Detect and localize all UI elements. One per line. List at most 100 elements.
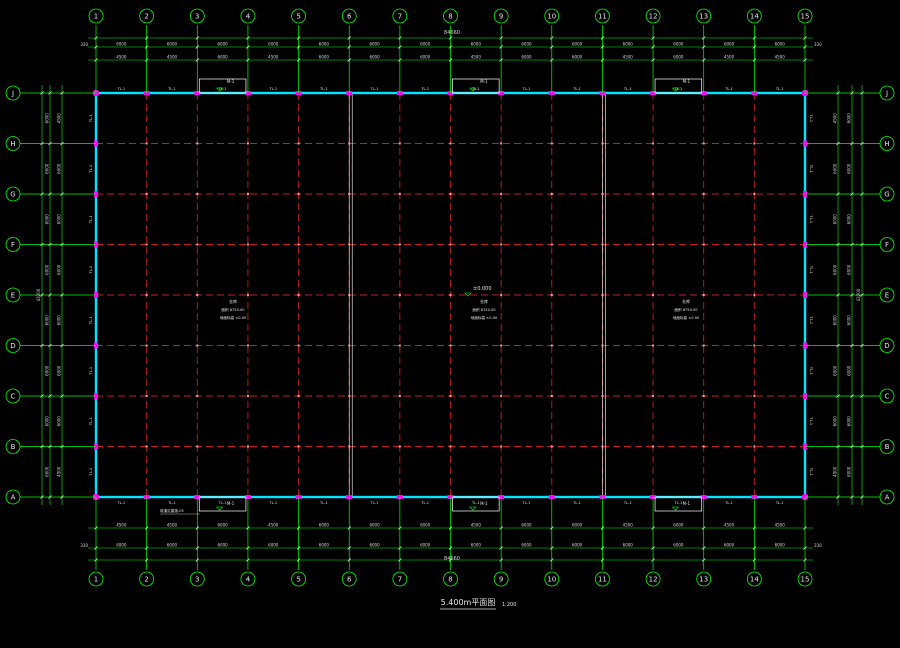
axis-label-left-D: D	[10, 342, 15, 350]
dim-text-bottom-outer: 6000	[521, 543, 532, 548]
axis-label-bottom-8: 8	[448, 576, 452, 584]
grid-node	[601, 395, 604, 397]
grid-node	[348, 395, 351, 397]
grid-node	[246, 193, 249, 195]
dim-text-right-inner: 4500	[833, 113, 838, 124]
dim-text-left-inner: 6000	[57, 365, 62, 376]
dim-text-top-outer: 6000	[116, 42, 127, 47]
grid-node	[601, 193, 604, 195]
grid-node	[145, 395, 148, 397]
dim-text-top-inner: 6000	[369, 55, 380, 60]
zone-level-2: 地面标高 ±0.00	[471, 315, 498, 320]
beam-label-top: TL-1	[116, 87, 125, 91]
zone-area-2: 面积 8750.00	[472, 307, 496, 312]
grid-node	[348, 243, 351, 246]
dim-text-top-inner: 6000	[673, 55, 684, 60]
zone-level-3: 地面标高 ±0.00	[673, 315, 700, 320]
beam-label-top: TL-1	[218, 87, 227, 91]
axis-label-bottom-1: 1	[94, 576, 98, 584]
dim-text-top-inner: 4500	[471, 55, 482, 60]
dim-text-top-outer: 6000	[218, 42, 229, 47]
axis-label-bottom-15: 15	[801, 576, 810, 584]
axis-label-right-H: H	[884, 140, 889, 148]
beam-label-left: TL-1	[89, 266, 93, 275]
drawing-scale: 1:200	[502, 602, 516, 608]
grid-node	[753, 445, 756, 448]
grid-node	[145, 193, 148, 195]
beam-label-bottom: TL-1	[522, 501, 531, 505]
beam-label-right: TL-1	[809, 315, 813, 324]
beam-label-top: TL-1	[420, 87, 429, 91]
dim-text-right-outer: 6000	[847, 416, 852, 427]
grid-node	[500, 445, 503, 448]
grid-node	[550, 445, 553, 448]
grid-node	[398, 344, 401, 347]
beam-label-bottom: TL-1	[572, 501, 581, 505]
door-label-bottom: M-1	[683, 501, 691, 506]
grid-node	[702, 344, 705, 347]
overall-dim-bottom: 84660	[444, 556, 460, 562]
axis-label-top-6: 6	[347, 13, 352, 21]
beam-label-right: TL-1	[809, 164, 813, 173]
axis-label-right-D: D	[884, 342, 889, 350]
dim-text-left-inner: 6000	[57, 416, 62, 427]
dim-text-bottom-outer: 6000	[572, 543, 583, 548]
grid-node	[449, 294, 452, 296]
ramp-note: 坡道见建施-05	[160, 508, 184, 513]
axis-label-left-E: E	[11, 292, 15, 300]
axis-label-right-A: A	[885, 494, 890, 502]
beam-label-left: TL-1	[89, 468, 93, 477]
beam-label-bottom: TL-1	[623, 501, 632, 505]
beam-label-top: TL-1	[370, 87, 379, 91]
grid-node	[246, 395, 249, 397]
dim-text-top-inner: 6000	[319, 55, 330, 60]
dim-text-right-outer: 6000	[847, 466, 852, 477]
axis-label-right-C: C	[885, 393, 890, 401]
grid-node	[652, 294, 655, 296]
grid-node	[246, 294, 249, 296]
grid-node	[753, 193, 756, 195]
grid-node	[297, 344, 300, 347]
grid-node	[753, 243, 756, 246]
dim-text-left-outer: 6000	[45, 315, 50, 326]
grid-node	[702, 294, 705, 296]
dim-text-top-outer: 6000	[572, 42, 583, 47]
axis-label-bottom-10: 10	[547, 576, 556, 584]
beam-label-left: TL-1	[89, 417, 93, 426]
door-label-top: M-1	[480, 79, 488, 84]
beam-label-top: TL-1	[674, 87, 683, 91]
dim-text-bottom-inner: 6000	[521, 523, 532, 528]
grid-node	[702, 445, 705, 448]
grid-node	[500, 243, 503, 246]
grid-node	[297, 294, 300, 296]
axis-label-left-H: H	[10, 140, 15, 148]
dim-text-top-inner: 6000	[420, 55, 431, 60]
grid-node	[449, 445, 452, 448]
beam-label-top: TL-1	[572, 87, 581, 91]
beam-label-bottom: TL-1	[218, 501, 227, 505]
dim-text-bottom-inner: 4500	[623, 523, 634, 528]
grid-node	[449, 142, 452, 145]
dim-text-right-inner: 6000	[833, 163, 838, 174]
axis-label-bottom-2: 2	[144, 576, 148, 584]
zone-area-3: 面积 8750.00	[674, 307, 698, 312]
edge-offset-bottom-right: 330	[814, 543, 822, 548]
grid-node	[398, 142, 401, 145]
beam-label-bottom: TL-1	[268, 501, 277, 505]
beam-label-left: TL-1	[89, 215, 93, 224]
grid-node	[550, 344, 553, 347]
beam-label-top: TL-1	[167, 87, 176, 91]
axis-label-bottom-7: 7	[398, 576, 402, 584]
grid-node	[297, 395, 300, 397]
dim-text-top-outer: 6000	[471, 42, 482, 47]
beam-label-right: TL-1	[809, 214, 813, 223]
grid-node	[753, 142, 756, 145]
dim-text-left-inner: 6000	[57, 315, 62, 326]
axis-label-bottom-9: 9	[499, 576, 503, 584]
dim-text-left-outer: 6000	[45, 163, 50, 174]
dim-text-bottom-outer: 6000	[167, 543, 178, 548]
dim-text-top-outer: 6000	[319, 42, 330, 47]
dim-text-left-outer: 6000	[45, 113, 50, 124]
beam-label-top: TL-1	[623, 87, 632, 91]
dim-text-right-outer: 6000	[847, 315, 852, 326]
